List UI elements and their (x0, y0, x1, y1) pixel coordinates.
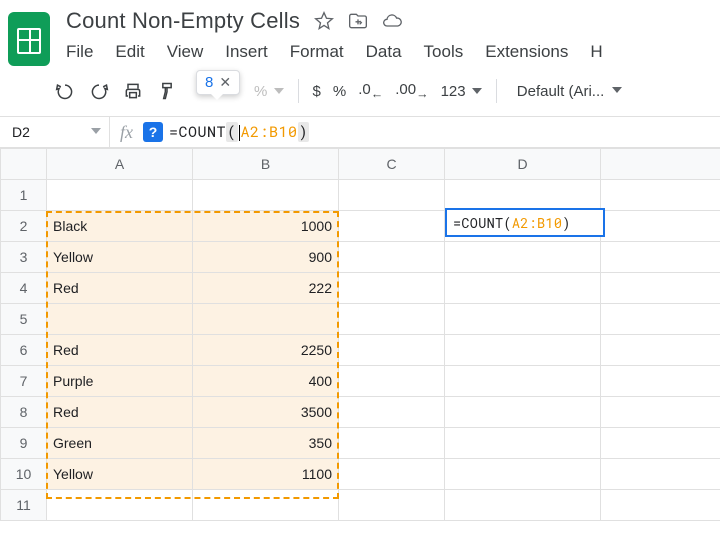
formula-help-icon[interactable]: ? (143, 122, 163, 142)
zoom-dropdown[interactable]: % (250, 83, 288, 100)
sheets-logo (8, 12, 50, 66)
row-header-8[interactable]: 8 (1, 397, 47, 428)
col-header-B[interactable]: B (193, 149, 339, 180)
cell-A8[interactable]: Red (47, 397, 193, 428)
cell-A2[interactable]: Black (47, 211, 193, 242)
col-header-D[interactable]: D (445, 149, 601, 180)
row-header-9[interactable]: 9 (1, 428, 47, 459)
menu-data[interactable]: Data (366, 42, 402, 62)
increase-decimal-button[interactable]: .00→ (391, 81, 432, 101)
menu-help[interactable]: H (590, 42, 602, 62)
cell-B3[interactable]: 900 (193, 242, 339, 273)
cell-D2[interactable] (445, 211, 601, 242)
percent-button[interactable]: % (329, 83, 350, 100)
cell-B2[interactable]: 1000 (193, 211, 339, 242)
star-icon[interactable] (314, 11, 334, 31)
row-header-2[interactable]: 2 (1, 211, 47, 242)
col-header-A[interactable]: A (47, 149, 193, 180)
select-all-corner[interactable] (1, 149, 47, 180)
print-button[interactable] (118, 76, 148, 106)
formula-preview-value: 8 (205, 74, 213, 91)
row-header-5[interactable]: 5 (1, 304, 47, 335)
redo-button[interactable] (84, 76, 114, 106)
cell-A6[interactable]: Red (47, 335, 193, 366)
cell-D1[interactable] (445, 180, 601, 211)
row-header-4[interactable]: 4 (1, 273, 47, 304)
row-header-7[interactable]: 7 (1, 366, 47, 397)
currency-button[interactable]: $ (309, 83, 325, 100)
menu-tools[interactable]: Tools (424, 42, 464, 62)
undo-button[interactable] (50, 76, 80, 106)
cell-B5[interactable] (193, 304, 339, 335)
cell-B10[interactable]: 1100 (193, 459, 339, 490)
name-box-value: D2 (12, 124, 30, 140)
cell-B4[interactable]: 222 (193, 273, 339, 304)
cell-B1[interactable] (193, 180, 339, 211)
row-header-6[interactable]: 6 (1, 335, 47, 366)
cell-B8[interactable]: 3500 (193, 397, 339, 428)
menu-insert[interactable]: Insert (225, 42, 268, 62)
header: Count Non-Empty Cells File Edit View Ins… (0, 0, 720, 66)
menu-view[interactable]: View (167, 42, 204, 62)
cell-A9[interactable]: Green (47, 428, 193, 459)
cell-B7[interactable]: 400 (193, 366, 339, 397)
col-header-blank[interactable] (601, 149, 720, 180)
menu-file[interactable]: File (66, 42, 93, 62)
cell-A3[interactable]: Yellow (47, 242, 193, 273)
paint-format-button[interactable] (152, 76, 182, 106)
spreadsheet-grid[interactable]: A B C D 1 2Black1000 3Yellow900 4Red222 … (0, 148, 720, 521)
doc-title[interactable]: Count Non-Empty Cells (66, 8, 300, 34)
formula-row: D2 fx ? =COUNT(A2:B10) (0, 116, 720, 148)
menu-format[interactable]: Format (290, 42, 344, 62)
cell-A4[interactable]: Red (47, 273, 193, 304)
name-box[interactable]: D2 (0, 117, 110, 147)
cell-B6[interactable]: 2250 (193, 335, 339, 366)
menu-edit[interactable]: Edit (115, 42, 144, 62)
cell-C2[interactable] (339, 211, 445, 242)
cell-A5[interactable] (47, 304, 193, 335)
formula-bar[interactable]: =COUNT(A2:B10) (169, 122, 309, 142)
decrease-decimal-button[interactable]: .0← (354, 81, 387, 101)
cloud-icon[interactable] (382, 11, 402, 31)
menu-bar: File Edit View Insert Format Data Tools … (66, 42, 603, 62)
text-cursor (239, 125, 240, 141)
cell-A10[interactable]: Yellow (47, 459, 193, 490)
more-formats-dropdown[interactable]: 123 (437, 83, 486, 100)
close-icon[interactable]: ✕ (219, 74, 231, 91)
fx-icon: fx (110, 122, 143, 143)
col-header-C[interactable]: C (339, 149, 445, 180)
row-header-11[interactable]: 11 (1, 490, 47, 521)
row-header-1[interactable]: 1 (1, 180, 47, 211)
cell-A7[interactable]: Purple (47, 366, 193, 397)
formula-preview-tooltip: 8 ✕ (196, 70, 240, 95)
menu-extensions[interactable]: Extensions (485, 42, 568, 62)
font-dropdown[interactable]: Default (Ari... (517, 83, 623, 100)
row-header-10[interactable]: 10 (1, 459, 47, 490)
move-icon[interactable] (348, 11, 368, 31)
cell-A1[interactable] (47, 180, 193, 211)
cell-B9[interactable]: 350 (193, 428, 339, 459)
cell-C1[interactable] (339, 180, 445, 211)
row-header-3[interactable]: 3 (1, 242, 47, 273)
toolbar: 8 ✕ % $ % .0← .00→ 123 Default (Ari... (0, 66, 720, 116)
